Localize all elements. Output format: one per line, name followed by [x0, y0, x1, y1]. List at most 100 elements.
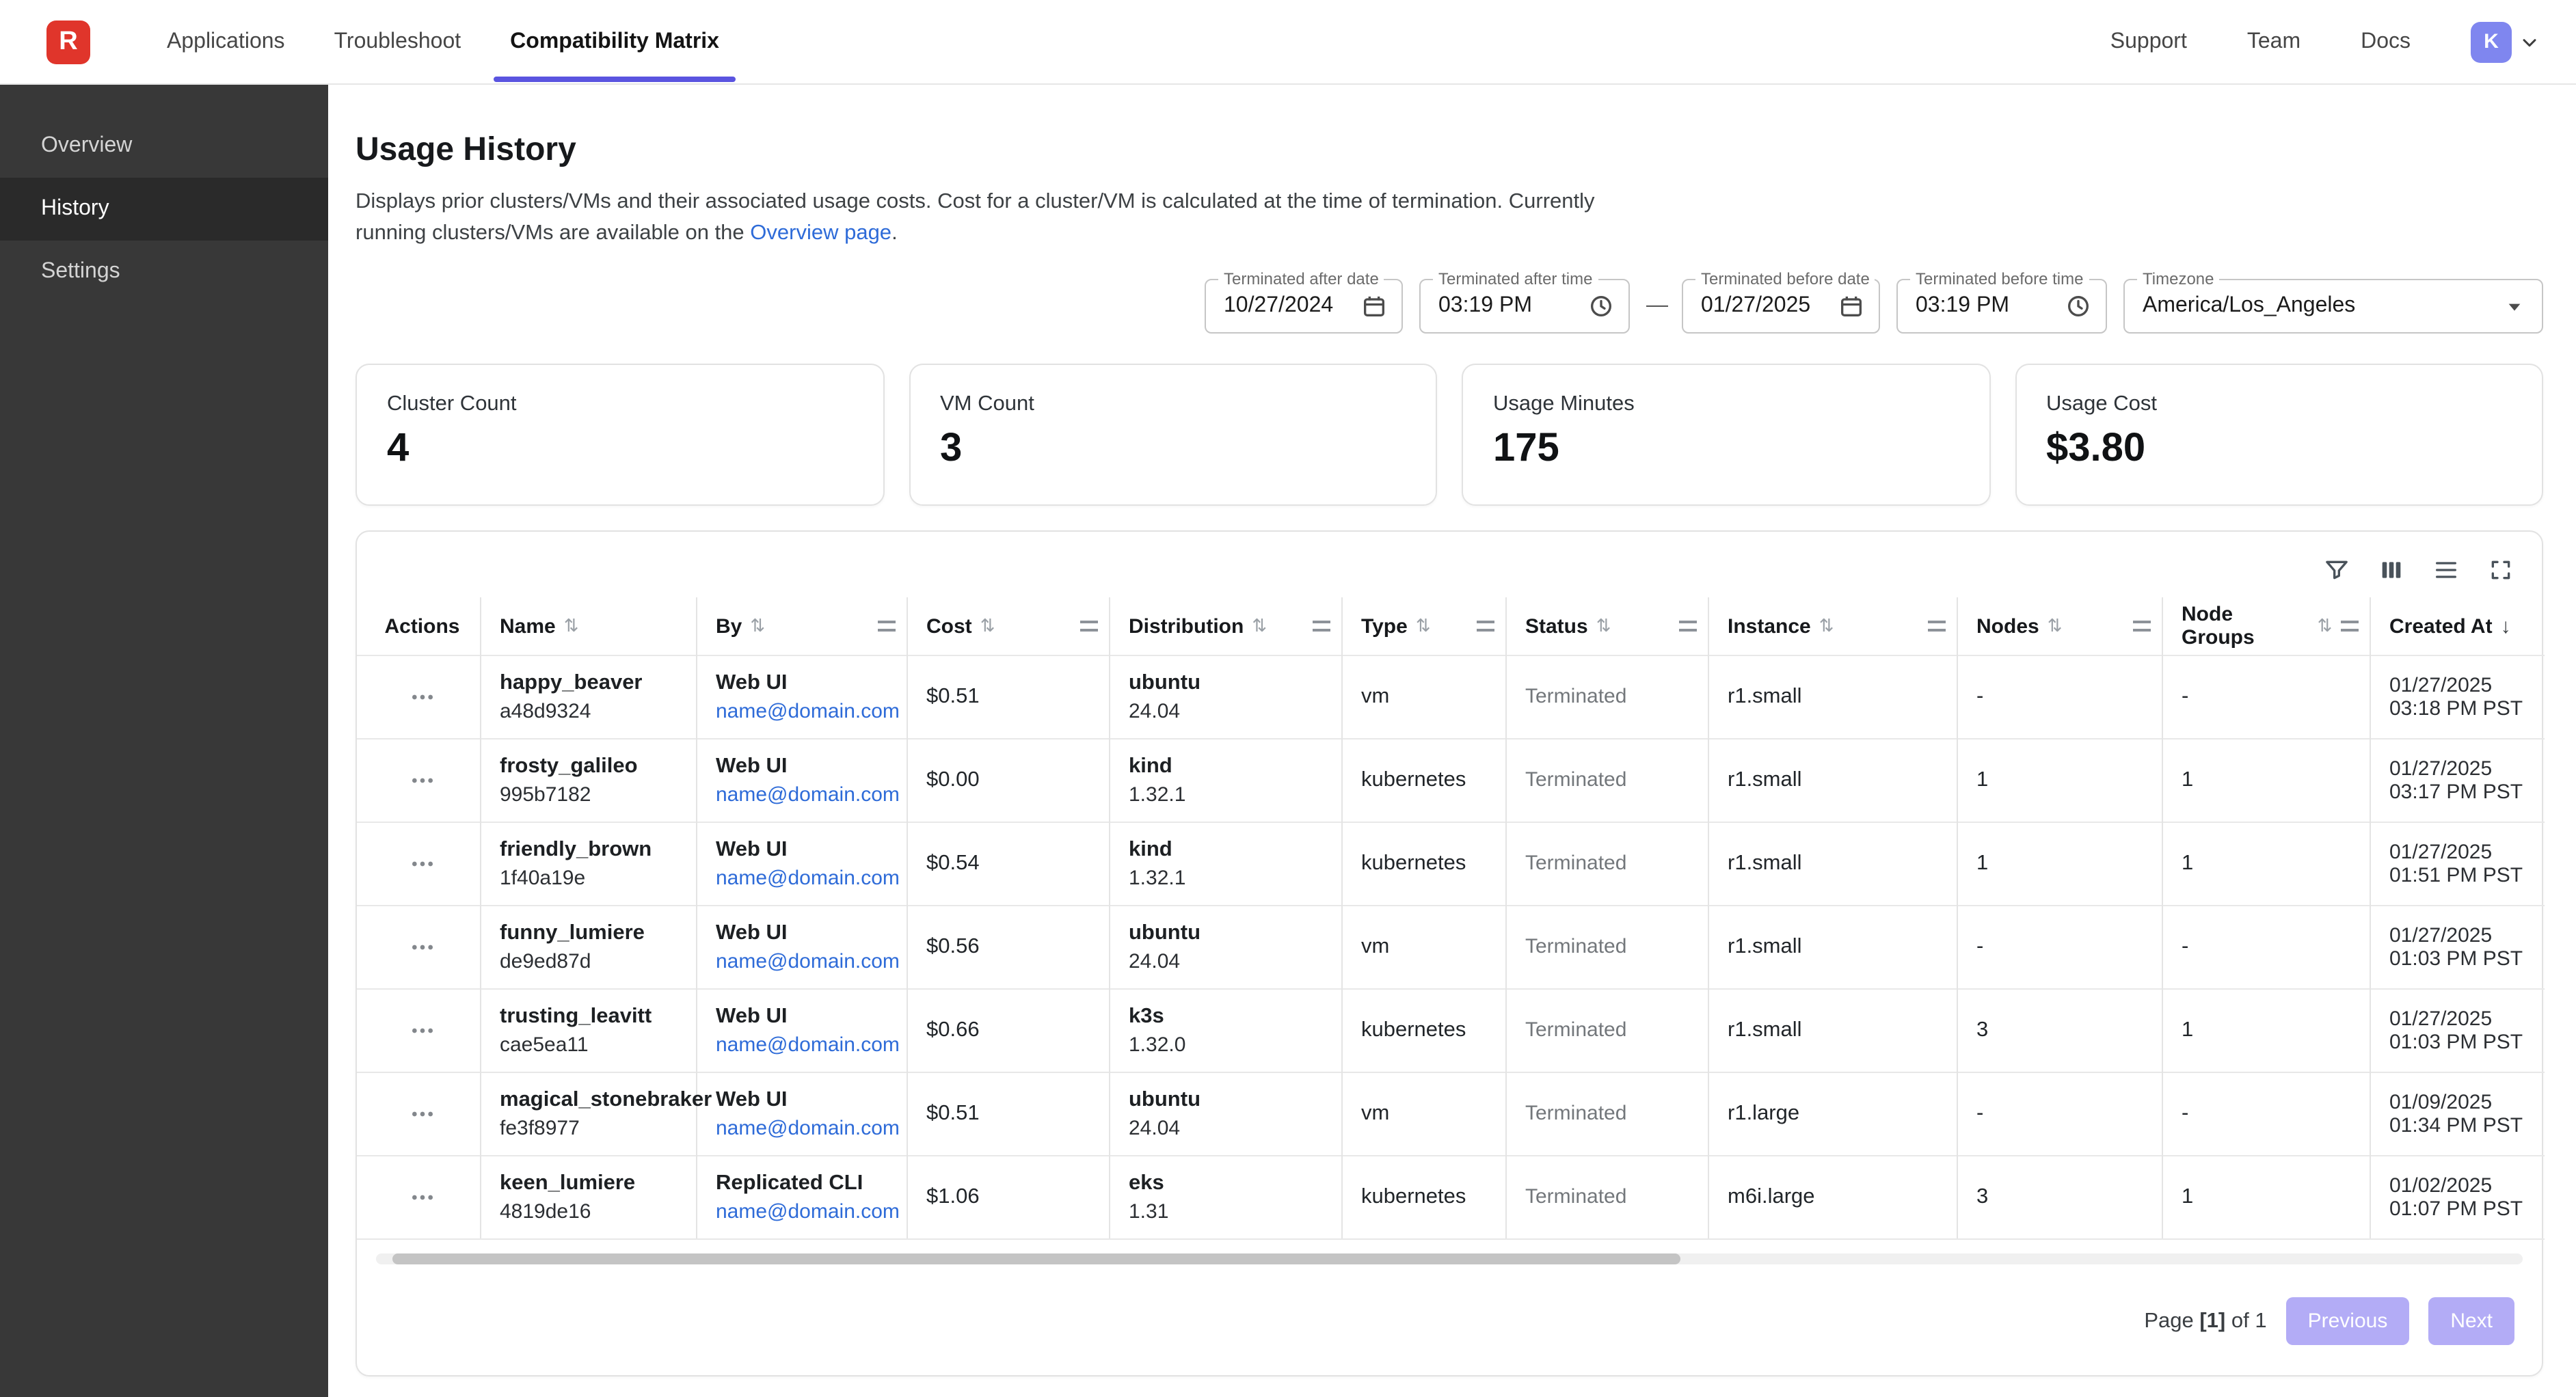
nodes-value: 3: [1976, 1018, 1988, 1042]
created-time: 03:17 PM PST: [2389, 781, 2534, 804]
column-menu-icon[interactable]: [2340, 621, 2358, 632]
density-icon[interactable]: [2432, 556, 2460, 584]
cost-value: $1.06: [926, 1185, 980, 1208]
calendar-icon[interactable]: [1838, 293, 1865, 320]
column-header-cost[interactable]: Cost⇅: [907, 597, 1109, 655]
column-header-nodes[interactable]: Nodes⇅: [1957, 597, 2162, 655]
column-menu-icon[interactable]: [2132, 621, 2150, 632]
cluster-name: keen_lumiere: [500, 1171, 684, 1196]
fullscreen-icon[interactable]: [2487, 556, 2514, 584]
distribution-name: kind: [1129, 755, 1330, 779]
horizontal-scrollbar-thumb[interactable]: [392, 1253, 1680, 1264]
row-actions-button[interactable]: [409, 1100, 436, 1128]
previous-page-button[interactable]: Previous: [2286, 1297, 2410, 1345]
cell-cost: $0.54: [907, 822, 1109, 906]
email-link[interactable]: name@domain.com: [716, 950, 895, 973]
sort-icon[interactable]: ⇅: [1252, 615, 1267, 637]
columns-icon[interactable]: [2378, 556, 2405, 584]
email-link[interactable]: name@domain.com: [716, 1033, 895, 1057]
node-groups-value: -: [2182, 685, 2188, 708]
sidebar-item-history[interactable]: History: [0, 178, 328, 241]
app-logo[interactable]: R: [46, 20, 90, 64]
email-link[interactable]: name@domain.com: [716, 783, 895, 806]
caret-down-icon[interactable]: [2501, 293, 2528, 320]
sort-icon[interactable]: ⇅: [2318, 615, 2333, 637]
stat-label: Cluster Count: [387, 392, 853, 417]
terminated-after-date-input[interactable]: Terminated after date 10/27/2024: [1205, 279, 1403, 334]
terminated-before-time-input[interactable]: Terminated before time 03:19 PM: [1896, 279, 2107, 334]
email-link[interactable]: name@domain.com: [716, 700, 895, 723]
email-link[interactable]: name@domain.com: [716, 1200, 895, 1223]
nav-docs[interactable]: Docs: [2361, 29, 2411, 54]
nav-team[interactable]: Team: [2247, 29, 2300, 54]
column-menu-icon[interactable]: [1678, 621, 1696, 632]
column-menu-icon[interactable]: [1312, 621, 1330, 632]
sort-icon[interactable]: ⇅: [1416, 615, 1431, 637]
nav-support[interactable]: Support: [2110, 29, 2187, 54]
sort-icon[interactable]: ⇅: [750, 615, 765, 637]
terminated-after-time-value: 03:19 PM: [1438, 294, 1587, 318]
column-header-instance[interactable]: Instance⇅: [1708, 597, 1957, 655]
terminated-after-time-input[interactable]: Terminated after time 03:19 PM: [1419, 279, 1630, 334]
clock-icon[interactable]: [1587, 293, 1615, 320]
column-header-created-at[interactable]: Created At↓: [2370, 597, 2545, 655]
column-menu-icon[interactable]: [1927, 621, 1945, 632]
row-actions-button[interactable]: [409, 767, 436, 794]
type-value: vm: [1361, 935, 1389, 958]
clock-icon[interactable]: [2065, 293, 2092, 320]
cell-created-at: 01/27/2025 01:03 PM PST: [2370, 906, 2545, 989]
created-date: 01/27/2025: [2389, 841, 2534, 864]
nav-troubleshoot[interactable]: Troubleshoot: [310, 0, 486, 84]
stat-label: Usage Minutes: [1493, 392, 1959, 417]
column-header-distribution[interactable]: Distribution⇅: [1109, 597, 1341, 655]
sidebar: Overview History Settings: [0, 85, 328, 1397]
row-actions-button[interactable]: [409, 934, 436, 961]
next-page-button[interactable]: Next: [2428, 1297, 2514, 1345]
column-menu-icon[interactable]: [877, 621, 895, 632]
sort-desc-icon[interactable]: ↓: [2501, 614, 2511, 638]
distribution-version: 1.31: [1129, 1200, 1330, 1223]
node-groups-value: 1: [2182, 852, 2193, 875]
nav-compatibility-matrix[interactable]: Compatibility Matrix: [485, 0, 744, 84]
calendar-icon[interactable]: [1360, 293, 1388, 320]
sort-icon[interactable]: ⇅: [980, 615, 995, 637]
created-date: 01/09/2025: [2389, 1091, 2534, 1114]
sidebar-item-overview[interactable]: Overview: [0, 115, 328, 178]
created-date: 01/27/2025: [2389, 1007, 2534, 1031]
sidebar-item-settings[interactable]: Settings: [0, 241, 328, 303]
column-header-node-groups[interactable]: Node Groups⇅: [2162, 597, 2370, 655]
sort-icon[interactable]: ⇅: [1819, 615, 1834, 637]
cluster-name: funny_lumiere: [500, 921, 684, 946]
column-header-name[interactable]: Name⇅: [480, 597, 696, 655]
email-link[interactable]: name@domain.com: [716, 1117, 895, 1140]
row-actions-button[interactable]: [409, 850, 436, 878]
nav-applications[interactable]: Applications: [142, 0, 310, 84]
primary-nav: Applications Troubleshoot Compatibility …: [142, 0, 744, 84]
row-actions-button[interactable]: [409, 1017, 436, 1044]
overview-page-link[interactable]: Overview page: [750, 221, 891, 245]
timezone-select[interactable]: Timezone America/Los_Angeles: [2123, 279, 2543, 334]
column-label: Type: [1361, 614, 1408, 638]
row-actions-button[interactable]: [409, 1184, 436, 1211]
cell-node-groups: 1: [2162, 739, 2370, 822]
column-header-status[interactable]: Status⇅: [1505, 597, 1708, 655]
column-menu-icon[interactable]: [1476, 621, 1494, 632]
terminated-before-date-input[interactable]: Terminated before date 01/27/2025: [1682, 279, 1880, 334]
distribution-name: k3s: [1129, 1005, 1330, 1029]
email-link[interactable]: name@domain.com: [716, 867, 895, 890]
sort-icon[interactable]: ⇅: [2048, 615, 2063, 637]
filter-icon[interactable]: [2323, 556, 2350, 584]
row-actions-button[interactable]: [409, 683, 436, 711]
column-header-type[interactable]: Type ⇅: [1341, 597, 1505, 655]
sort-icon[interactable]: ⇅: [1596, 615, 1611, 637]
cell-distribution: kind 1.32.1: [1109, 739, 1341, 822]
chevron-down-icon[interactable]: [2519, 31, 2540, 53]
sort-icon[interactable]: ⇅: [564, 615, 579, 637]
cell-distribution: kind 1.32.1: [1109, 822, 1341, 906]
page-description: Displays prior clusters/VMs and their as…: [355, 186, 1657, 249]
stat-card-usage-cost: Usage Cost $3.80: [2015, 364, 2543, 506]
column-menu-icon[interactable]: [1079, 621, 1097, 632]
cell-node-groups: -: [2162, 906, 2370, 989]
column-header-by[interactable]: By⇅: [696, 597, 907, 655]
user-avatar[interactable]: K: [2471, 21, 2512, 62]
